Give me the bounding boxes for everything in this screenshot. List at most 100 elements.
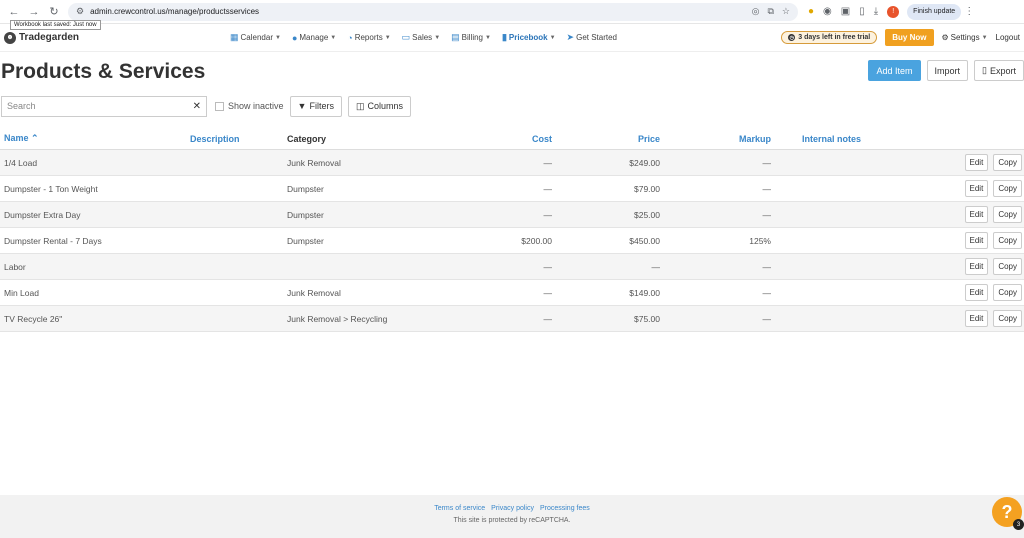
table-row: Dumpster Extra Day Dumpster — $25.00 — Edit Co… bbox=[0, 202, 1024, 228]
cell-price: $450.00 bbox=[629, 235, 660, 246]
cell-category: Dumpster bbox=[287, 183, 324, 194]
reload-icon[interactable]: ↻ bbox=[44, 5, 64, 18]
copy-button[interactable]: Copy bbox=[993, 284, 1022, 301]
copy-button[interactable]: Copy bbox=[993, 180, 1022, 197]
chevron-down-icon: ▼ bbox=[330, 34, 337, 41]
file-icon: ▯ bbox=[982, 65, 987, 75]
row-actions: Edit Copy bbox=[931, 284, 1024, 301]
brand[interactable]: ☻ Tradegarden bbox=[4, 31, 230, 44]
show-inactive-checkbox[interactable] bbox=[215, 101, 224, 111]
buy-now-button[interactable]: Buy Now bbox=[885, 29, 934, 46]
credit-card-icon: ▤ bbox=[451, 32, 460, 42]
copy-button[interactable]: Copy bbox=[993, 206, 1022, 223]
show-inactive-toggle[interactable]: Show inactive bbox=[215, 101, 284, 111]
table-row: Dumpster - 1 Ton Weight Dumpster — $79.00 — E… bbox=[0, 176, 1024, 202]
settings-menu[interactable]: ⚙ Settings ▼ bbox=[942, 33, 988, 42]
edit-button[interactable]: Edit bbox=[964, 232, 989, 249]
open-in-app-icon[interactable]: ⧉ bbox=[767, 6, 773, 17]
edit-button[interactable]: Edit bbox=[964, 154, 989, 171]
puzzle-icon[interactable]: ▣ bbox=[841, 6, 850, 17]
export-button[interactable]: ▯ Export bbox=[974, 60, 1024, 81]
filters-button[interactable]: ▼ Filters bbox=[289, 95, 342, 117]
finish-update-button[interactable]: Finish update bbox=[907, 3, 962, 20]
column-header-description[interactable]: Description bbox=[190, 134, 287, 144]
cell-name: Dumpster - 1 Ton Weight bbox=[4, 183, 98, 194]
cell-name: Min Load bbox=[4, 287, 39, 298]
row-actions: Edit Copy bbox=[931, 180, 1024, 197]
row-actions: Edit Copy bbox=[931, 206, 1024, 223]
chevron-down-icon: ▼ bbox=[981, 34, 988, 41]
profile-avatar[interactable]: ! bbox=[887, 5, 900, 18]
cell-cost: — bbox=[543, 183, 553, 194]
money-icon: ▭ bbox=[401, 32, 411, 42]
bookmark-star-icon[interactable]: ☆ bbox=[782, 6, 790, 17]
edit-button[interactable]: Edit bbox=[964, 310, 989, 327]
camera-icon[interactable]: ◉ bbox=[823, 6, 832, 17]
sidepanel-icon[interactable]: ▯ bbox=[859, 6, 865, 17]
add-item-button[interactable]: Add Item bbox=[868, 60, 921, 81]
copy-button[interactable]: Copy bbox=[993, 154, 1022, 171]
search-input[interactable] bbox=[7, 101, 193, 111]
fees-link[interactable]: Processing fees bbox=[540, 505, 590, 512]
nav-calendar[interactable]: ▦ Calendar ▼ bbox=[230, 32, 281, 43]
edit-button[interactable]: Edit bbox=[964, 206, 989, 223]
chevron-down-icon: ▼ bbox=[274, 34, 281, 41]
clear-search-icon[interactable]: ✕ bbox=[193, 101, 201, 112]
cell-cost: $200.00 bbox=[521, 235, 552, 246]
copy-button[interactable]: Copy bbox=[993, 310, 1022, 327]
cell-price: $79.00 bbox=[634, 183, 660, 194]
browser-menu-icon[interactable]: ⋮ bbox=[964, 6, 974, 17]
brand-name: Tradegarden bbox=[19, 32, 80, 43]
import-button[interactable]: Import bbox=[926, 60, 969, 81]
trial-badge[interactable]: ◷ 3 days left in free trial bbox=[781, 31, 878, 44]
filter-icon: ▼ bbox=[297, 101, 307, 111]
nav-pricebook[interactable]: ▮ Pricebook ▼ bbox=[502, 32, 556, 43]
cell-category: Junk Removal > Recycling bbox=[287, 313, 388, 324]
nav-sales[interactable]: ▭ Sales ▼ bbox=[402, 32, 440, 43]
site-info-icon[interactable]: ⚙ bbox=[76, 6, 84, 17]
copy-button[interactable]: Copy bbox=[993, 232, 1022, 249]
column-header-name[interactable]: Name ⌃ bbox=[0, 133, 190, 144]
gear-icon: ⚙ bbox=[941, 33, 949, 42]
cell-markup: — bbox=[762, 183, 772, 194]
columns-button[interactable]: ◫ Columns bbox=[347, 95, 411, 117]
search-box: ✕ bbox=[1, 95, 207, 117]
column-header-cost[interactable]: Cost bbox=[449, 134, 552, 144]
cell-cost: — bbox=[543, 209, 553, 220]
column-header-price[interactable]: Price bbox=[552, 134, 660, 144]
cell-category: Junk Removal bbox=[287, 287, 341, 298]
terms-link[interactable]: Terms of service bbox=[434, 505, 485, 512]
nav-manage[interactable]: ● Manage ▼ bbox=[292, 33, 336, 43]
footer: Terms of service Privacy policy Processi… bbox=[0, 495, 1024, 538]
privacy-link[interactable]: Privacy policy bbox=[491, 505, 534, 512]
chevron-down-icon: ▼ bbox=[549, 34, 556, 41]
nav-get-started[interactable]: ➤ Get Started bbox=[567, 32, 617, 43]
download-icon[interactable]: ⤓ bbox=[874, 6, 878, 17]
pie-chart-icon: ◔ bbox=[347, 32, 353, 43]
edit-button[interactable]: Edit bbox=[964, 180, 989, 197]
address-bar[interactable]: ⚙ admin.crewcontrol.us/manage/productsse… bbox=[68, 2, 798, 21]
products-table: Name ⌃ Description Category Cost Price M… bbox=[0, 128, 1024, 332]
column-header-markup[interactable]: Markup bbox=[660, 134, 771, 144]
nav-reports[interactable]: ◔ Reports ▼ bbox=[347, 33, 390, 43]
back-icon[interactable]: ← bbox=[4, 6, 24, 18]
nav-billing[interactable]: ▤ Billing ▼ bbox=[451, 32, 491, 43]
calendar-icon: ▦ bbox=[230, 32, 239, 42]
url-text: admin.crewcontrol.us/manage/productsserv… bbox=[90, 7, 260, 16]
column-header-category[interactable]: Category bbox=[287, 134, 449, 144]
extension-icon[interactable]: ● bbox=[808, 6, 814, 17]
copy-button[interactable]: Copy bbox=[993, 258, 1022, 275]
cell-price: $75.00 bbox=[634, 313, 660, 324]
cell-name: 1/4 Load bbox=[4, 157, 38, 168]
logout-link[interactable]: Logout bbox=[996, 33, 1020, 42]
chevron-down-icon: ▼ bbox=[485, 34, 491, 41]
column-header-notes[interactable]: Internal notes bbox=[771, 134, 931, 144]
edit-button[interactable]: Edit bbox=[964, 284, 989, 301]
edit-button[interactable]: Edit bbox=[964, 258, 989, 275]
performance-icon[interactable]: ◎ bbox=[752, 6, 760, 17]
row-actions: Edit Copy bbox=[931, 154, 1024, 171]
clock-icon: ◷ bbox=[788, 34, 796, 41]
main-nav: ▦ Calendar ▼ ● Manage ▼ ◔ Reports ▼ ▭ Sa… bbox=[230, 32, 617, 43]
forward-icon[interactable]: → bbox=[24, 6, 44, 18]
columns-icon: ◫ bbox=[355, 100, 365, 111]
